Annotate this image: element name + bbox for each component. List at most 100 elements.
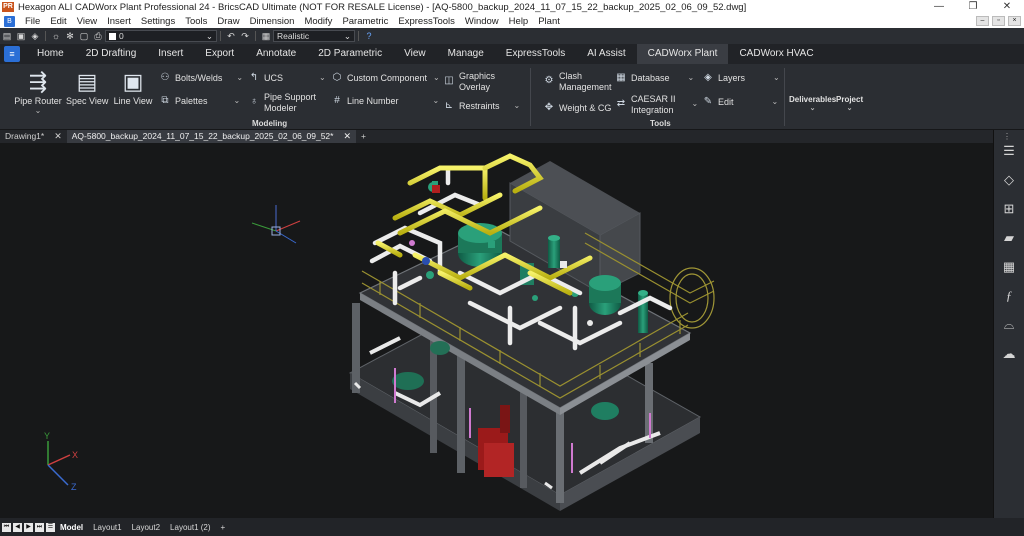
weight-cg-button[interactable]: ✥ Weight & CG [542, 102, 612, 113]
layer-lock-icon[interactable]: ▢ [77, 31, 91, 42]
close-icon[interactable]: ✕ [343, 130, 351, 143]
menu-draw[interactable]: Draw [212, 16, 244, 27]
tab-annotate[interactable]: Annotate [245, 44, 307, 64]
structure-tree-icon[interactable]: ⊞ [999, 199, 1019, 219]
doc-tab-aq5800[interactable]: AQ-5800_backup_2024_11_07_15_22_backup_2… [66, 130, 357, 143]
line-view-button[interactable]: ▣ Line View [112, 69, 154, 107]
deliverables-button[interactable]: Deliverables ⌄ [789, 95, 836, 112]
line-number-button[interactable]: # Line Number ⌄ [330, 95, 439, 106]
menu-plant[interactable]: Plant [533, 16, 565, 27]
tab-2d-parametric[interactable]: 2D Parametric [307, 44, 393, 64]
menu-parametric[interactable]: Parametric [337, 16, 393, 27]
first-layout-icon[interactable]: ⏮ [2, 522, 11, 532]
new-tab-button[interactable]: + [356, 130, 371, 143]
tab-2d-drafting[interactable]: 2D Drafting [75, 44, 148, 64]
layout-tab-layout1-2[interactable]: Layout1 (2) [165, 523, 215, 532]
prev-layout-icon[interactable]: ◀ [13, 522, 22, 532]
layers-button[interactable]: ◈ Layers ⌄ [701, 72, 780, 83]
custom-component-icon: ⬡ [332, 72, 342, 83]
chevron-down-icon: ⌄ [513, 101, 521, 110]
tab-ai-assist[interactable]: AI Assist [576, 44, 636, 64]
chevron-down-icon: ⌄ [34, 106, 42, 115]
add-layout-button[interactable]: + [216, 523, 231, 532]
model-viewport[interactable]: Y X Z [0, 143, 993, 518]
ucs-button[interactable]: ↰ UCS ⌄ [247, 72, 326, 83]
doc-close-button[interactable]: × [1008, 16, 1021, 26]
restraints-icon: ⊾ [444, 100, 454, 111]
window-title: Hexagon ALI CADWorx Plant Professional 2… [18, 1, 747, 13]
tab-expresstools[interactable]: ExpressTools [495, 44, 576, 64]
layer-freeze-icon[interactable]: ✻ [63, 31, 77, 42]
tab-cadworx-plant[interactable]: CADWorx Plant [636, 44, 729, 64]
restraints-button[interactable]: ⊾ Restraints ⌄ [442, 100, 520, 111]
menu-modify[interactable]: Modify [299, 16, 337, 27]
document-tabs: Drawing1* ✕ AQ-5800_backup_2024_11_07_15_… [0, 130, 1024, 143]
bricscad-logo-icon[interactable]: B [4, 15, 15, 27]
menu-file[interactable]: File [20, 16, 45, 27]
drawing-explorer-icon[interactable]: ▰ [999, 228, 1019, 248]
library-grid-icon[interactable]: ▦ [999, 257, 1019, 277]
close-button[interactable]: ✕ [990, 0, 1024, 14]
spec-view-button[interactable]: ▤ Spec View [66, 70, 108, 107]
panel-dots-icon[interactable]: ⋮ [1003, 132, 1011, 141]
layout-tab-model[interactable]: Model [55, 523, 88, 532]
custom-component-button[interactable]: ⬡ Custom Component ⌄ [330, 72, 440, 83]
help-icon[interactable]: ? [362, 31, 376, 41]
graphics-overlay-button[interactable]: ◫ Graphics Overlay [442, 71, 495, 93]
menu-insert[interactable]: Insert [102, 16, 136, 27]
attachments-icon[interactable]: ⌓ [999, 315, 1019, 335]
menu-settings[interactable]: Settings [136, 16, 180, 27]
save-icon[interactable]: ◈ [28, 31, 42, 42]
bolts-welds-button[interactable]: ⚇ Bolts/Welds ⌄ [158, 72, 244, 83]
layout-tab-layout1[interactable]: Layout1 [88, 523, 126, 532]
menu-tools[interactable]: Tools [180, 16, 212, 27]
title-bar: PR Hexagon ALI CADWorx Plant Professiona… [0, 0, 1024, 14]
doc-tab-drawing1[interactable]: Drawing1* ✕ [0, 130, 67, 143]
project-button[interactable]: Project ⌄ [836, 95, 863, 112]
menu-view[interactable]: View [72, 16, 102, 27]
doc-minimize-button[interactable]: – [976, 16, 989, 26]
layers-panel-icon[interactable]: ◇ [999, 170, 1019, 190]
open-folder-icon[interactable]: ▣ [14, 31, 28, 42]
cloud-upload-icon[interactable]: ☁ [999, 344, 1019, 364]
parameters-fx-icon[interactable]: ƒ [999, 286, 1019, 306]
last-layout-icon[interactable]: ⏭ [35, 522, 44, 532]
pipe-support-modeler-button[interactable]: ♁ Pipe Support Modeler [247, 92, 316, 114]
database-button[interactable]: ▦ Database ⌄ [614, 72, 694, 83]
menu-window[interactable]: Window [460, 16, 504, 27]
tab-cadworx-hvac[interactable]: CADWorx HVAC [728, 44, 824, 64]
caesar-ii-integration-button[interactable]: ⇄ CAESAR II Integration ⌄ [614, 94, 698, 116]
tab-view[interactable]: View [393, 44, 437, 64]
edit-button[interactable]: ✎ Edit ⌄ [701, 96, 778, 107]
line-view-icon: ▣ [122, 69, 144, 94]
next-layout-icon[interactable]: ▶ [24, 522, 33, 532]
menu-help[interactable]: Help [504, 16, 534, 27]
undo-icon[interactable]: ↶ [224, 31, 238, 42]
menu-dimension[interactable]: Dimension [245, 16, 300, 27]
close-icon[interactable]: ✕ [54, 130, 62, 143]
doc-restore-button[interactable]: ▫ [992, 16, 1005, 26]
layout-list-icon[interactable]: ☰ [46, 522, 55, 532]
pipe-router-button[interactable]: ⇶ Pipe Router ⌄ [12, 70, 64, 116]
tab-export[interactable]: Export [194, 44, 245, 64]
layout-tab-layout2[interactable]: Layout2 [127, 523, 165, 532]
render-style-icon[interactable]: ▦ [259, 31, 273, 42]
tab-home[interactable]: Home [26, 44, 75, 64]
restore-button[interactable]: ❐ [956, 0, 990, 14]
clash-management-button[interactable]: ⚙ Clash Management [542, 71, 612, 93]
tab-insert[interactable]: Insert [147, 44, 194, 64]
menu-expresstools[interactable]: ExpressTools [393, 16, 460, 27]
visual-style-combo[interactable]: Realistic ⌄ [273, 30, 355, 42]
minimize-button[interactable]: — [922, 0, 956, 14]
layer-print-icon[interactable]: ⎙ [91, 31, 105, 42]
world-ucs-icon [251, 205, 301, 244]
application-menu-icon[interactable]: ≡ [4, 46, 20, 62]
palettes-button[interactable]: ⧉ Palettes ⌄ [158, 95, 240, 106]
layer-states-icon[interactable]: ☼ [49, 31, 63, 41]
tab-manage[interactable]: Manage [437, 44, 495, 64]
menu-edit[interactable]: Edit [45, 16, 71, 27]
redo-icon[interactable]: ↷ [238, 31, 252, 42]
properties-icon[interactable]: ☰ [999, 141, 1019, 161]
layer-combo[interactable]: 0 ⌄ [105, 30, 217, 42]
new-file-icon[interactable]: ▤ [0, 31, 14, 42]
